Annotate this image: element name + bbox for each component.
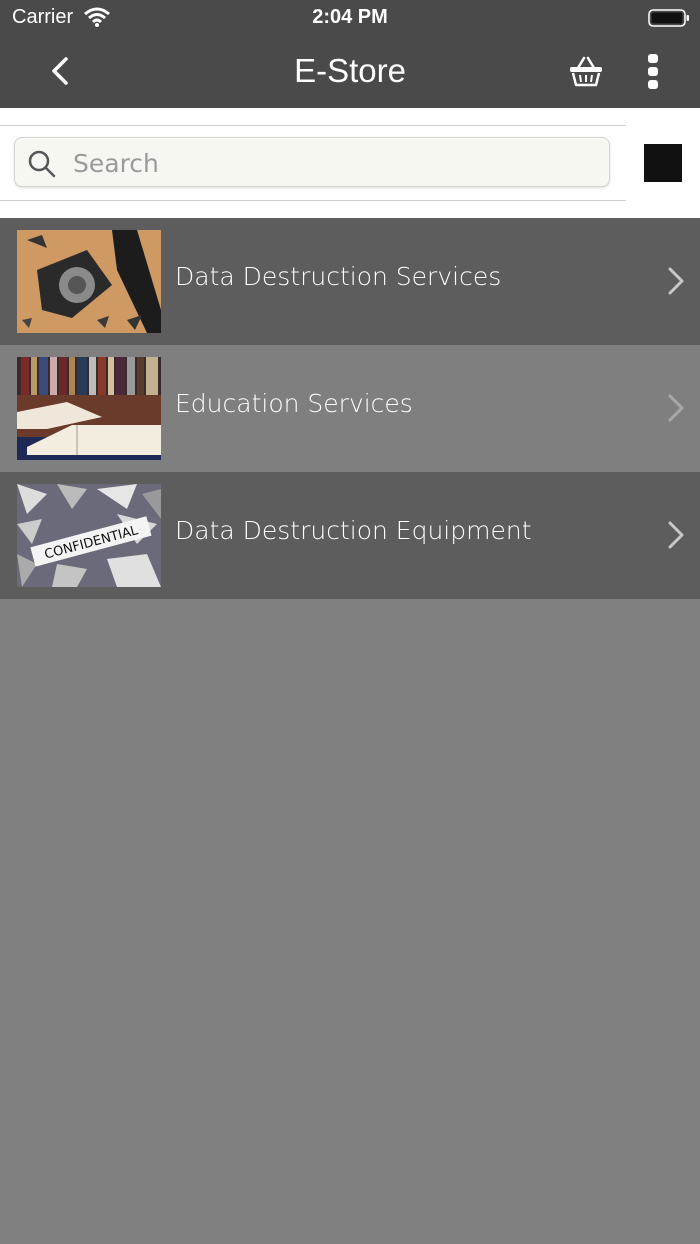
category-row-education-services[interactable]: Education Services — [0, 345, 700, 472]
search-bar-area — [0, 108, 700, 218]
grid-icon — [644, 144, 682, 182]
category-list: Data Destruction Services Education Serv… — [0, 218, 700, 599]
more-vertical-icon — [640, 54, 666, 98]
category-row-data-destruction-equipment[interactable]: CONFIDENTIAL Data Destruction Equipment — [0, 472, 700, 599]
grid-view-button[interactable] — [644, 144, 682, 182]
nav-bar: E-Store — [0, 36, 700, 108]
chevron-right-icon — [664, 520, 688, 555]
divider — [0, 125, 626, 126]
battery-icon — [648, 9, 690, 32]
category-thumbnail: CONFIDENTIAL — [17, 484, 161, 587]
search-input[interactable] — [71, 144, 595, 182]
category-label: Data Destruction Equipment — [175, 516, 532, 545]
category-label: Data Destruction Services — [175, 262, 502, 291]
more-options-button[interactable] — [640, 50, 666, 94]
cart-button[interactable] — [566, 52, 606, 92]
search-box[interactable] — [14, 137, 610, 187]
divider — [0, 200, 626, 201]
basket-icon — [566, 56, 606, 96]
category-row-data-destruction-services[interactable]: Data Destruction Services — [0, 218, 700, 345]
status-bar: Carrier 2:04 PM — [0, 0, 700, 36]
category-thumbnail — [17, 357, 161, 460]
search-icon — [27, 149, 57, 184]
chevron-right-icon — [664, 266, 688, 301]
category-thumbnail — [17, 230, 161, 333]
chevron-right-icon — [664, 393, 688, 428]
category-label: Education Services — [175, 389, 413, 418]
status-time: 2:04 PM — [312, 6, 388, 28]
